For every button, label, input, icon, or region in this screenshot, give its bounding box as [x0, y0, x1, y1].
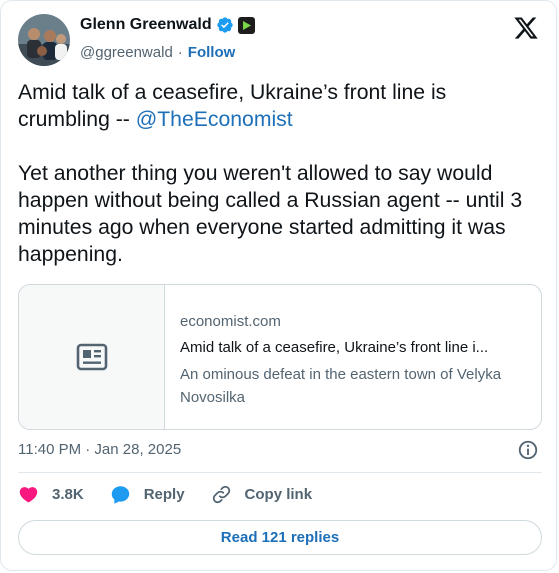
author-handle[interactable]: @ggreenwald	[80, 44, 173, 61]
copy-link-button[interactable]: Copy link	[211, 484, 313, 505]
mention-link[interactable]: @TheEconomist	[136, 108, 293, 131]
x-logo-icon[interactable]	[513, 15, 539, 41]
verified-badge-icon	[216, 17, 233, 33]
like-count: 3.8K	[52, 486, 84, 503]
tweet-card: Glenn Greenwald @ggreenwald · Follow Ami…	[0, 0, 557, 571]
link-title[interactable]: Amid talk of a ceasefire, Ukraine’s fron…	[180, 338, 527, 358]
author-name[interactable]: Glenn Greenwald	[80, 16, 212, 34]
author-handle-row: @ggreenwald · Follow	[80, 44, 235, 61]
reply-button[interactable]: Reply	[110, 484, 185, 505]
newspaper-icon	[76, 343, 107, 371]
like-button[interactable]: 3.8K	[18, 484, 84, 505]
timestamp[interactable]: 11:40 PM · Jan 28, 2025	[18, 441, 181, 458]
link-chain-icon	[212, 485, 230, 504]
read-replies-button[interactable]: Read 121 replies	[18, 520, 542, 555]
separator-dot: ·	[177, 44, 183, 61]
link-preview-card[interactable]: economist.com Amid talk of a ceasefire, …	[18, 284, 542, 430]
action-bar: 3.8K Reply Copy link	[18, 484, 338, 505]
tweet-text: Amid talk of a ceasefire, Ukraine’s fron…	[18, 79, 543, 268]
link-body: economist.com Amid talk of a ceasefire, …	[165, 285, 541, 429]
author-name-row: Glenn Greenwald	[80, 16, 255, 34]
heart-icon	[19, 487, 38, 503]
avatar[interactable]	[18, 14, 70, 66]
tweet-paragraph-1: Amid talk of a ceasefire, Ukraine’s fron…	[18, 79, 543, 133]
reply-bubble-icon	[111, 486, 129, 504]
info-icon[interactable]	[517, 439, 539, 461]
divider	[18, 472, 542, 473]
copy-link-label: Copy link	[244, 486, 313, 503]
follow-button[interactable]: Follow	[188, 44, 236, 61]
link-description: An ominous defeat in the eastern town of…	[180, 366, 502, 406]
link-domain: economist.com	[180, 313, 281, 330]
link-thumbnail	[19, 285, 165, 429]
reply-label: Reply	[143, 486, 185, 503]
tweet-paragraph-2: Yet another thing you weren't allowed to…	[18, 162, 523, 266]
affiliate-badge-icon	[237, 16, 255, 34]
